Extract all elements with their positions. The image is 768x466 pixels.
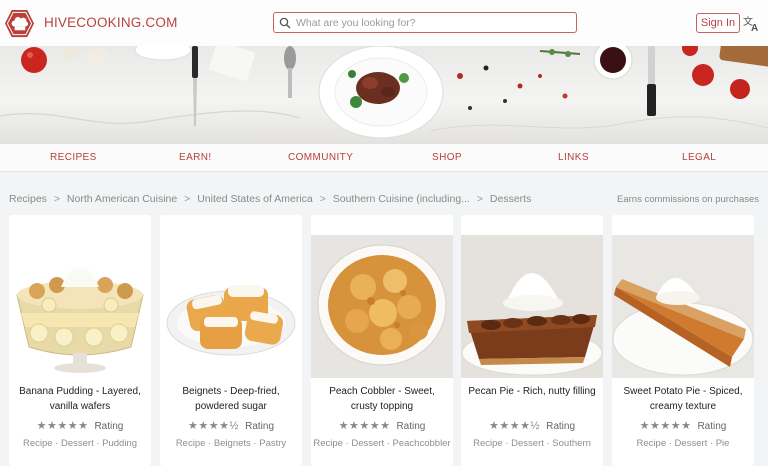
rating-label: Rating xyxy=(94,421,124,432)
breadcrumb-item-southern-cuisine[interactable]: Southern Cuisine (including... xyxy=(333,193,470,205)
breadcrumb-separator: > xyxy=(476,193,483,205)
star-rating-icon: ★★★★★ xyxy=(36,420,89,432)
breadcrumb-item-united-states[interactable]: United States of America xyxy=(197,193,313,205)
hero-banner-image xyxy=(0,46,768,144)
breadcrumb-item-recipes[interactable]: Recipes xyxy=(9,193,47,205)
recipe-tags: Recipe · Dessert · Southern xyxy=(473,438,591,449)
recipe-card-peach-cobbler[interactable]: Peach Cobbler - Sweet, crusty topping ★★… xyxy=(311,215,453,466)
kitchen-table-illustration xyxy=(0,46,768,139)
translate-icon[interactable]: 文 A xyxy=(743,14,761,32)
recipe-title[interactable]: Sweet Potato Pie - Spiced, creamy textur… xyxy=(616,384,750,414)
site-header: HIVECOOKING.COM Sign In 文 A xyxy=(0,0,768,46)
recipe-card-beignets[interactable]: Beignets - Deep-fried, powdered sugar ★★… xyxy=(160,215,302,466)
star-rating-icon: ★★★★★ xyxy=(338,420,391,432)
brand-name[interactable]: HIVECOOKING.COM xyxy=(44,15,178,30)
breadcrumb-item-north-american-cuisine[interactable]: North American Cuisine xyxy=(67,193,177,205)
main-navigation: RECIPES EARN! COMMUNITY SHOP LINKS LEGAL xyxy=(0,144,768,172)
recipe-tags: Recipe · Dessert · Pie xyxy=(636,438,730,449)
rating-label: Rating xyxy=(546,421,576,432)
recipe-rating: ★★★★★ Rating xyxy=(311,419,453,432)
nav-community[interactable]: COMMUNITY xyxy=(288,152,353,163)
beignets-image[interactable] xyxy=(160,235,302,378)
pecan-pie-image[interactable] xyxy=(461,235,603,378)
chef-hat-logo-icon[interactable] xyxy=(4,8,35,39)
recipe-card-banana-pudding[interactable]: Banana Pudding - Layered, vanilla wafers… xyxy=(9,215,151,466)
sweet-potato-pie-image[interactable] xyxy=(612,235,754,378)
recipe-title[interactable]: Peach Cobbler - Sweet, crusty topping xyxy=(315,384,449,414)
recipe-tags: Recipe · Beignets · Pastry xyxy=(175,438,287,449)
recipe-title[interactable]: Beignets - Deep-fried, powdered sugar xyxy=(164,384,298,414)
peach-cobbler-image[interactable] xyxy=(311,235,453,378)
rating-label: Rating xyxy=(245,421,275,432)
recipe-tags: Recipe · Dessert · Peachcobbler xyxy=(313,438,451,449)
recipe-rating: ★★★★½ Rating xyxy=(160,419,302,432)
recipe-title[interactable]: Pecan Pie - Rich, nutty filling xyxy=(465,384,599,399)
recipe-rating: ★★★★★ Rating xyxy=(612,419,754,432)
star-rating-icon: ★★★★½ xyxy=(187,420,240,432)
search-icon xyxy=(279,17,291,28)
recipe-title[interactable]: Banana Pudding - Layered, vanilla wafers xyxy=(13,384,147,414)
search-input[interactable] xyxy=(296,16,566,29)
nav-recipes[interactable]: RECIPES xyxy=(50,152,97,163)
commission-notice: Earns commissions on purchases xyxy=(617,194,760,205)
rating-label: Rating xyxy=(396,421,426,432)
svg-text:A: A xyxy=(751,23,758,32)
breadcrumb-item-desserts: Desserts xyxy=(489,193,532,205)
nav-shop[interactable]: SHOP xyxy=(432,152,462,163)
recipe-tags: Recipe · Dessert · Pudding xyxy=(22,438,138,449)
recipe-rating: ★★★★★ Rating xyxy=(9,419,151,432)
nav-links[interactable]: LINKS xyxy=(558,152,589,163)
recipe-rating: ★★★★½ Rating xyxy=(461,419,603,432)
recipe-card-pecan-pie[interactable]: Pecan Pie - Rich, nutty filling ★★★★½ Rat… xyxy=(461,215,603,466)
star-rating-icon: ★★★★★ xyxy=(639,420,692,432)
rating-label: Rating xyxy=(697,421,727,432)
sign-in-button[interactable]: Sign In xyxy=(696,13,740,33)
search-bar[interactable] xyxy=(273,12,577,33)
breadcrumb-separator: > xyxy=(319,193,326,205)
nav-earn[interactable]: EARN! xyxy=(179,152,212,163)
star-rating-icon: ★★★★½ xyxy=(488,420,541,432)
banana-pudding-image[interactable] xyxy=(9,235,151,378)
breadcrumb-separator: > xyxy=(53,193,60,205)
breadcrumb: Recipes > North American Cuisine > Unite… xyxy=(9,193,531,205)
recipe-card-sweet-potato-pie[interactable]: Sweet Potato Pie - Spiced, creamy textur… xyxy=(612,215,754,466)
nav-legal[interactable]: LEGAL xyxy=(682,152,716,163)
breadcrumb-separator: > xyxy=(184,193,191,205)
